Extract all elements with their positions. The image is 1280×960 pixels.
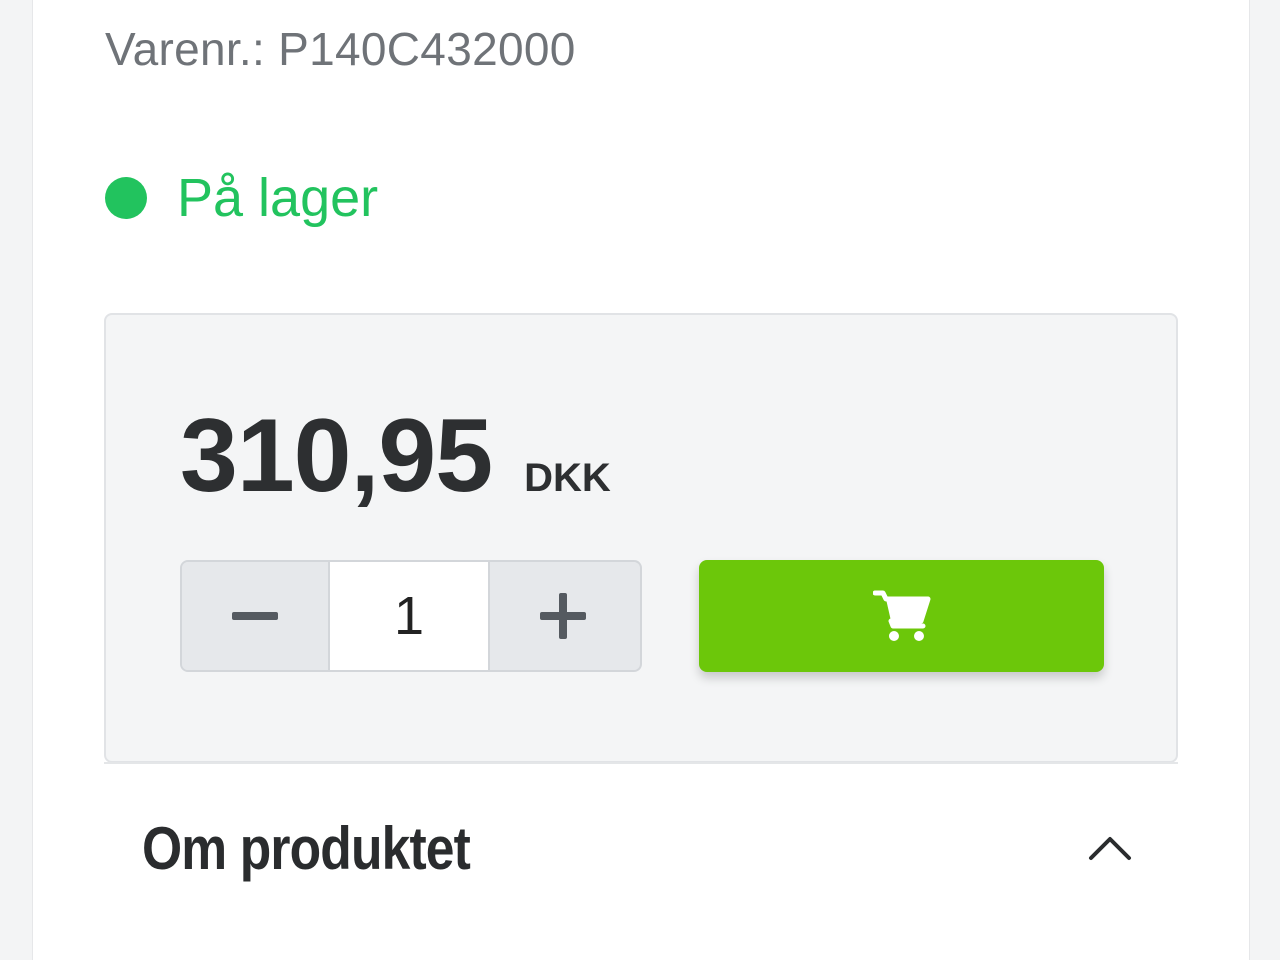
price-currency: DKK: [524, 456, 611, 500]
buy-box: 310,95 DKK: [104, 313, 1178, 763]
price: 310,95 DKK: [180, 397, 611, 516]
add-to-cart-button[interactable]: [699, 560, 1104, 672]
quantity-stepper: [180, 560, 642, 672]
about-product-toggle[interactable]: Om produktet: [104, 790, 1178, 920]
divider: [104, 762, 1178, 764]
cart-icon: [872, 590, 930, 641]
price-amount: 310,95: [180, 398, 493, 514]
chevron-up-icon: [1089, 837, 1131, 860]
increment-button[interactable]: [490, 562, 636, 670]
product-sku: Varenr.: P140C432000: [105, 23, 576, 75]
decrement-button[interactable]: [182, 562, 328, 670]
plus-icon: [540, 593, 586, 639]
stock-status: På lager: [105, 168, 378, 228]
stock-label: På lager: [177, 168, 379, 228]
section-title: Om produktet: [142, 815, 471, 882]
minus-icon: [232, 612, 278, 620]
stock-indicator-icon: [105, 177, 147, 219]
quantity-input[interactable]: [328, 562, 490, 670]
product-card: Varenr.: P140C432000 På lager 310,95 DKK: [32, 0, 1250, 960]
